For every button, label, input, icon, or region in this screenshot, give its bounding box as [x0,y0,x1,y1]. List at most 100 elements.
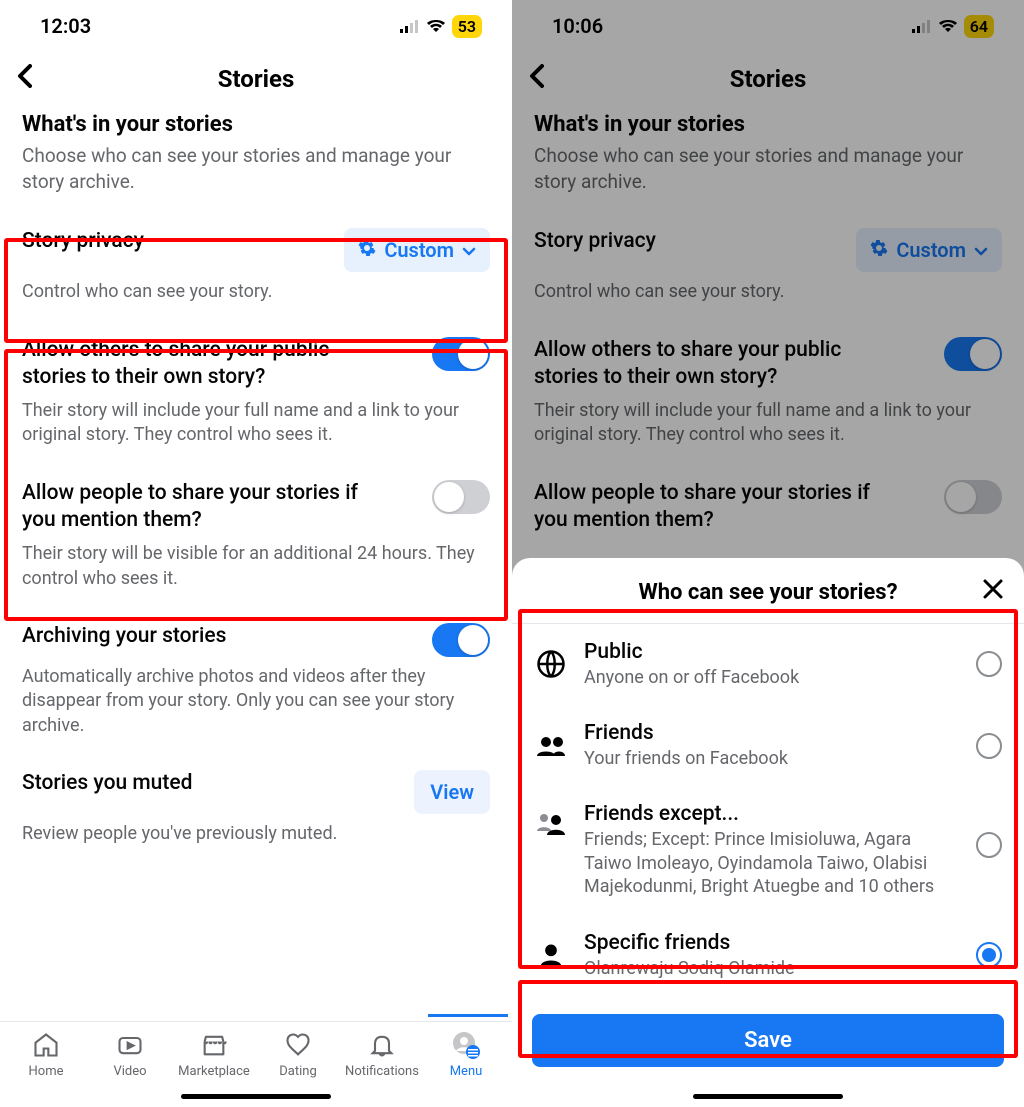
close-icon[interactable] [982,577,1004,607]
opt-specific[interactable]: Specific friends Olanrewaju Sodiq Olamid… [512,915,1024,996]
archive-row: Archiving your stories Automatically arc… [22,607,490,754]
bell-icon [367,1030,397,1060]
save-button[interactable]: Save [532,1014,1004,1067]
row-title: Allow people to share your stories if yo… [534,480,904,535]
sheet-list: Public Anyone on or off Facebook Friends… [512,623,1024,996]
menu-icon [451,1030,481,1060]
row-desc: Their story will include your full name … [22,399,490,448]
opt-title: Specific friends [584,931,960,955]
gear-icon [870,238,888,262]
share-toggle[interactable] [944,337,1002,371]
custom-button[interactable]: Custom [856,228,1002,272]
row-title: Allow others to share your public storie… [534,337,864,392]
sheet-header: Who can see your stories? [512,558,1024,623]
wifi-icon [938,14,958,38]
opt-title: Friends [584,721,960,745]
opt-desc: Anyone on or off Facebook [584,666,960,689]
sheet-title: Who can see your stories? [638,580,897,605]
mention-toggle[interactable] [432,480,490,514]
row-title: Archiving your stories [22,623,226,650]
status-right: 64 [912,14,994,38]
tab-label: Dating [279,1064,317,1079]
tab-dating[interactable]: Dating [258,1030,338,1079]
tab-label: Home [29,1064,64,1079]
row-desc: Review people you've previously muted. [22,822,490,846]
section-title: What's in your stories [534,112,1002,137]
row-title: Allow people to share your stories if yo… [22,480,392,535]
archive-toggle[interactable] [432,623,490,657]
row-title: Story privacy [534,228,656,255]
person-icon [534,938,568,972]
radio-except[interactable] [976,832,1002,858]
wifi-icon [426,14,446,38]
radio-specific[interactable] [976,942,1002,968]
tab-video[interactable]: Video [90,1030,170,1079]
opt-desc: Friends; Except: Prince Imisioluwa, Agar… [584,828,960,898]
row-title: Stories you muted [22,770,192,797]
tab-notifications[interactable]: Notifications [342,1030,422,1079]
row-desc: Control who can see your story. [534,280,1002,304]
video-icon [115,1030,145,1060]
back-button[interactable] [16,64,32,94]
battery-badge: 53 [452,15,482,38]
privacy-sheet: Who can see your stories? Public Anyone … [512,558,1024,1107]
page-header: Stories [0,44,512,112]
status-bar: 12:03 53 [0,0,512,44]
row-desc: Their story will include your full name … [534,399,1002,448]
opt-title: Friends except... [584,802,960,826]
dating-icon [283,1030,313,1060]
gear-icon [358,238,376,262]
chevron-down-icon [974,238,988,262]
radio-friends[interactable] [976,733,1002,759]
status-time: 12:03 [40,14,91,38]
signal-icon [912,14,932,38]
radio-public[interactable] [976,651,1002,677]
home-indicator [693,1094,843,1099]
opt-friends[interactable]: Friends Your friends on Facebook [512,705,1024,786]
custom-label: Custom [896,238,966,262]
signal-icon [400,14,420,38]
page-title: Stories [512,65,1024,93]
tab-label: Marketplace [178,1064,250,1079]
friends-icon [534,729,568,763]
status-right: 53 [400,14,482,38]
opt-friends-except[interactable]: Friends except... Friends; Except: Princ… [512,786,1024,914]
mention-row: Allow people to share your stories if yo… [22,464,490,607]
view-button[interactable]: View [414,770,490,814]
tab-label: Menu [450,1064,483,1079]
tab-menu[interactable]: Menu [426,1030,506,1079]
tab-label: Video [113,1064,146,1079]
home-icon [31,1030,61,1060]
mention-row: Allow people to share your stories if yo… [534,464,1002,551]
chevron-down-icon [462,238,476,262]
opt-title: Public [584,640,960,664]
muted-row[interactable]: Stories you muted View Review people you… [22,754,490,862]
back-button[interactable] [528,64,544,94]
opt-desc: Your friends on Facebook [584,747,960,770]
row-desc: Automatically archive photos and videos … [22,665,490,738]
friends-except-icon [534,806,568,840]
story-privacy-row[interactable]: Story privacy Custom Control who can see… [534,212,1002,320]
battery-badge: 64 [964,15,994,38]
status-bar: 10:06 64 [512,0,1024,44]
status-time: 10:06 [552,14,603,38]
mention-toggle[interactable] [944,480,1002,514]
content: What's in your stories Choose who can se… [0,112,512,862]
row-desc: Their story will be visible for an addit… [22,542,490,591]
custom-label: Custom [384,238,454,262]
row-title: Story privacy [22,228,144,255]
section-desc: Choose who can see your stories and mana… [534,143,1002,194]
section-desc: Choose who can see your stories and mana… [22,143,490,194]
opt-public[interactable]: Public Anyone on or off Facebook [512,624,1024,705]
marketplace-icon [199,1030,229,1060]
phone-right: 10:06 64 Stories What's in your stories … [512,0,1024,1107]
tab-marketplace[interactable]: Marketplace [174,1030,254,1079]
globe-icon [534,647,568,681]
tab-label: Notifications [345,1064,419,1079]
tab-home[interactable]: Home [6,1030,86,1079]
page-title: Stories [0,65,512,93]
story-privacy-row[interactable]: Story privacy Custom Control who can see… [22,212,490,320]
home-indicator [181,1094,331,1099]
share-toggle[interactable] [432,337,490,371]
custom-button[interactable]: Custom [344,228,490,272]
